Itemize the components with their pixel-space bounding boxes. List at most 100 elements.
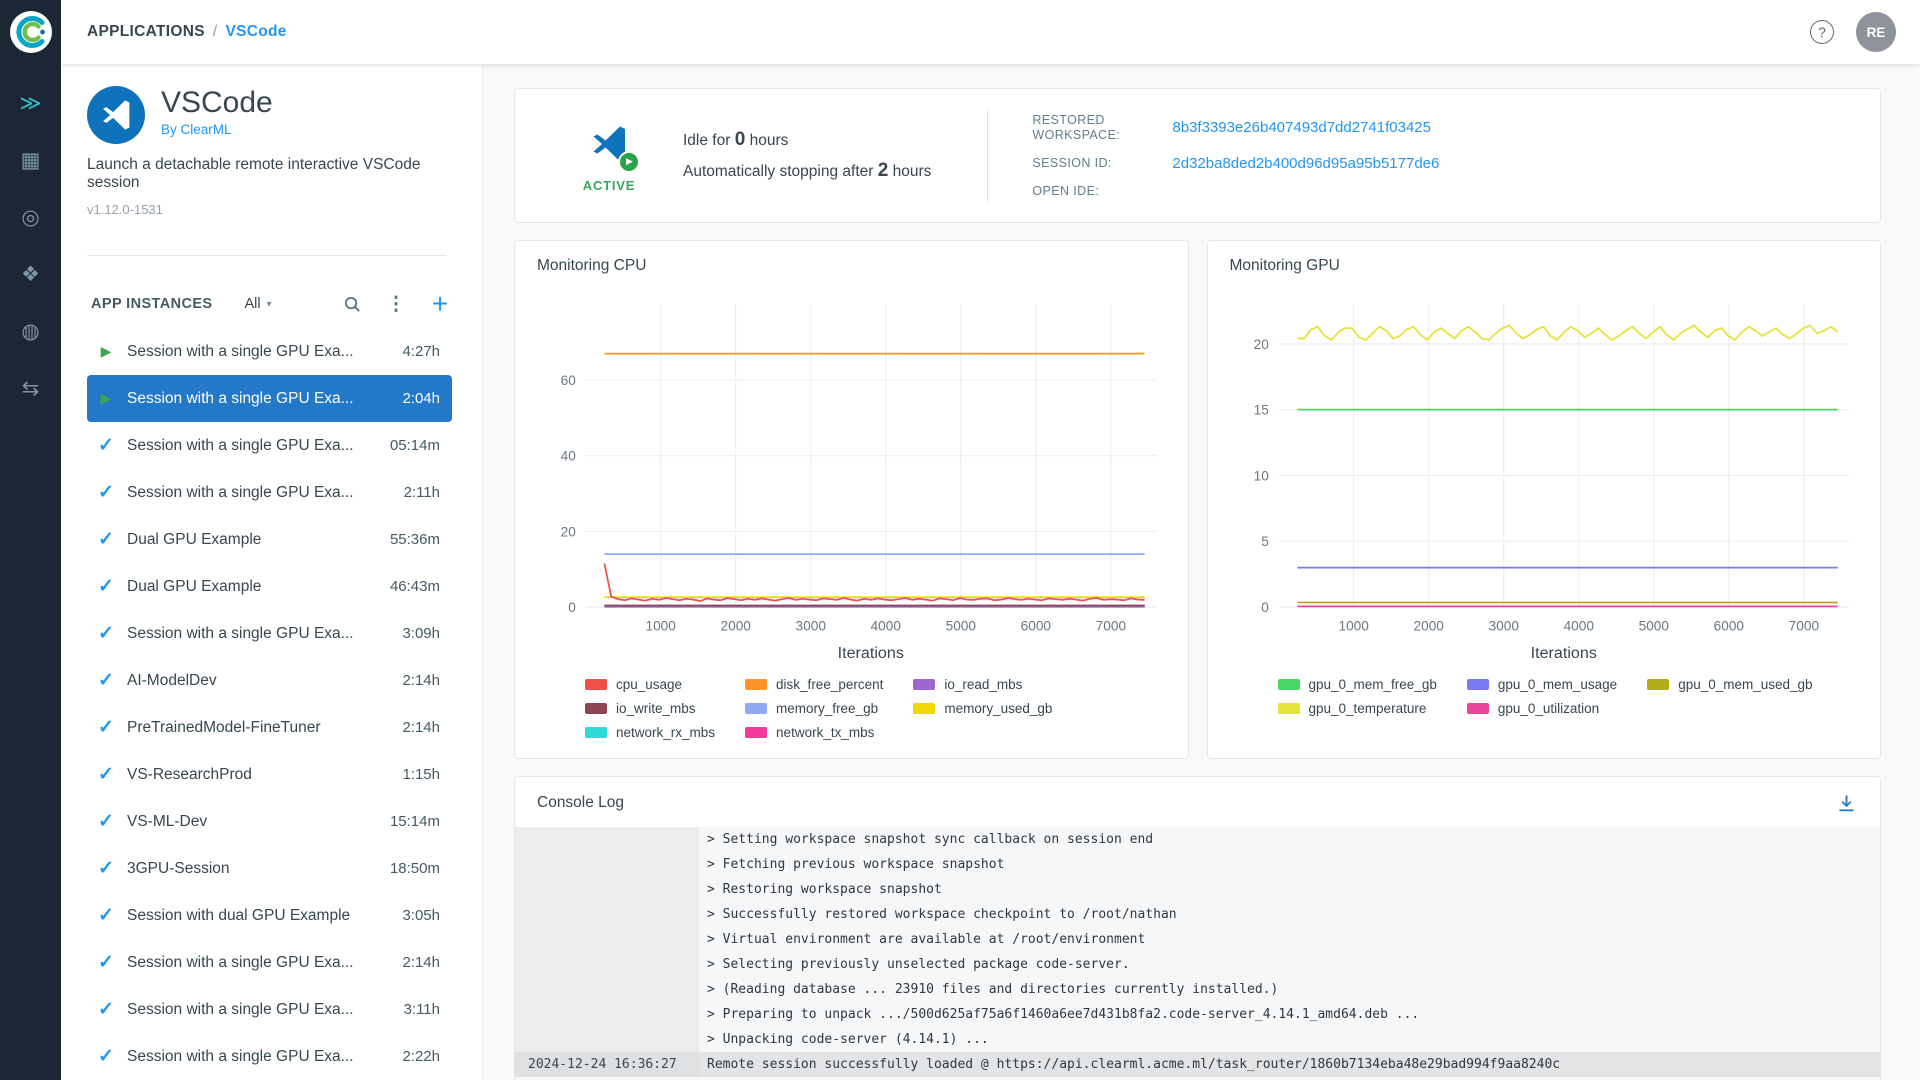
help-icon[interactable]: ?: [1810, 20, 1834, 44]
list-item[interactable]: ✓ AI-ModelDev 2:14h: [87, 657, 452, 704]
svg-text:7000: 7000: [1096, 619, 1127, 634]
legend-item[interactable]: gpu_0_mem_free_gb: [1277, 677, 1437, 692]
list-item[interactable]: ✓ 3GPU-Session 18:50m: [87, 845, 452, 892]
svg-text:2000: 2000: [1413, 619, 1444, 634]
avatar[interactable]: RE: [1856, 12, 1896, 52]
completed-check-icon: ✓: [98, 717, 114, 738]
list-item[interactable]: ✓ VS-ML-Dev 15:14m: [87, 798, 452, 845]
completed-check-icon: ✓: [98, 1046, 114, 1067]
legend-item[interactable]: gpu_0_utilization: [1466, 701, 1617, 716]
legend-item[interactable]: network_tx_mbs: [745, 725, 883, 740]
legend-label: gpu_0_mem_usage: [1497, 676, 1618, 692]
app-title-block: VSCode By ClearML: [161, 86, 273, 137]
cpu-chart-plot[interactable]: 1000 2000 3000 4000 5000 6000 7000 0 20 40 60 Itera…: [515, 279, 1188, 675]
nav-workers-queues-icon[interactable]: ⇆: [16, 373, 46, 403]
instance-duration: 2:22h: [402, 1048, 440, 1065]
legend-item[interactable]: io_read_mbs: [913, 677, 1052, 692]
list-item[interactable]: ✓ Dual GPU Example 55:36m: [87, 516, 452, 563]
instance-duration: 05:14m: [389, 437, 440, 454]
app-panel: VSCode By ClearML Launch a detachable re…: [61, 64, 483, 1080]
legend-item[interactable]: disk_free_percent: [745, 677, 883, 692]
session-field-label: OPEN IDE:: [1032, 183, 1100, 198]
console-log[interactable]: > Setting workspace snapshot sync callba…: [515, 827, 1880, 1080]
nav-pipelines-icon[interactable]: ❖: [16, 259, 46, 289]
console-message: > Preparing to unpack .../500d625af75a6f…: [707, 1007, 1420, 1022]
svg-text:20: 20: [1253, 337, 1269, 352]
list-item[interactable]: ✓ Session with a single GPU Exa... 2:22h: [87, 1033, 452, 1080]
console-timestamp: [515, 877, 699, 902]
chevron-down-icon: ▾: [266, 298, 272, 310]
svg-text:60: 60: [561, 373, 577, 388]
list-item[interactable]: ✓ Session with a single GPU Exa... 05:14m: [87, 422, 452, 469]
list-item[interactable]: ✓ VS-ResearchProd 1:15h: [87, 751, 452, 798]
svg-text:4000: 4000: [871, 619, 902, 634]
legend-item[interactable]: network_rx_mbs: [585, 725, 715, 740]
legend-item[interactable]: gpu_0_mem_usage: [1466, 676, 1618, 692]
session-fields: RESTORED WORKSPACE: 8b3f3393e26b407493d7d…: [1032, 113, 1850, 199]
running-icon: ▶: [100, 390, 112, 406]
legend-item[interactable]: gpu_0_mem_used_gb: [1647, 677, 1813, 692]
nav-items: ≫ ▦ ◎ ❖ ◍ ⇆: [16, 88, 46, 403]
legend-item[interactable]: cpu_usage: [585, 677, 715, 692]
list-item[interactable]: ✓ Dual GPU Example 46:43m: [87, 563, 452, 610]
console-timestamp: [515, 902, 699, 927]
nav-projects-icon[interactable]: ▦: [16, 145, 46, 175]
instance-duration: 15:14m: [389, 813, 440, 830]
add-instance-button[interactable]: +: [428, 290, 452, 318]
app-version: v1.12.0-1531: [87, 202, 163, 217]
session-status-card: ▶ ACTIVE Idle for 0 hours Automatically …: [514, 88, 1881, 223]
download-log-icon[interactable]: [1834, 791, 1858, 815]
list-item[interactable]: ✓ PreTrainedModel-FineTuner 2:14h: [87, 704, 452, 751]
console-timestamp: [515, 827, 699, 852]
console-line: 2024-12-24 16:36:27 Remote session succes…: [515, 1052, 1880, 1077]
legend-item[interactable]: io_write_mbs: [585, 701, 715, 716]
console-message: > Setting workspace snapshot sync callba…: [707, 832, 1154, 847]
breadcrumb-vscode[interactable]: VSCode: [225, 23, 286, 41]
nav-applications-icon[interactable]: ≫: [16, 88, 46, 118]
list-item[interactable]: ✓ Session with dual GPU Example 3:05h: [87, 892, 452, 939]
session-field-value[interactable]: 2d32ba8ded2b400d96d95a95b5177de6: [1172, 155, 1850, 172]
clearml-logo-icon: [9, 11, 52, 53]
list-item[interactable]: ▶ Session with a single GPU Exa... 2:04h: [87, 375, 452, 422]
console-message: Remote session successfully loaded @ htt…: [707, 1057, 1561, 1072]
instance-duration: 2:04h: [402, 390, 440, 407]
kebab-menu-icon[interactable]: ⋮: [384, 292, 408, 316]
list-item[interactable]: ✓ Session with a single GPU Exa... 3:09h: [87, 610, 452, 657]
instance-name: Session with a single GPU Exa...: [127, 483, 354, 501]
app-header: VSCode By ClearML: [87, 86, 482, 144]
search-icon[interactable]: [340, 292, 364, 316]
list-item[interactable]: ✓ Session with a single GPU Exa... 2:14h: [87, 939, 452, 986]
console-message: > Restoring workspace snapshot: [707, 882, 942, 897]
gpu-chart-plot[interactable]: 1000 2000 3000 4000 5000 6000 7000 0 5 10 15 20 Iter…: [1208, 279, 1881, 675]
clearml-logo[interactable]: [9, 10, 53, 54]
session-field-value[interactable]: 8b3f3393e26b407493d7dd2741f03425: [1172, 119, 1850, 136]
console-timestamp: [515, 977, 699, 1002]
legend-label: io_write_mbs: [616, 700, 696, 716]
instance-name: Session with dual GPU Example: [127, 906, 351, 924]
list-item[interactable]: ✓ Session with a single GPU Exa... 3:11h: [87, 986, 452, 1033]
console-message: > Unpacking code-server (4.14.1) ...: [707, 1032, 989, 1047]
nav-reports-icon[interactable]: ◍: [16, 316, 46, 346]
instance-name: Session with a single GPU Exa...: [127, 1000, 354, 1018]
console-line: > Unpacking code-server (4.14.1) ...: [515, 1027, 1880, 1052]
instances-filter-dropdown[interactable]: All ▾: [245, 296, 272, 312]
legend-swatch: [913, 702, 936, 714]
completed-check-icon: ✓: [98, 952, 114, 973]
legend-swatch: [585, 678, 607, 690]
list-item[interactable]: ▶ Session with a single GPU Exa... 4:27h: [87, 328, 452, 375]
legend-item[interactable]: memory_free_gb: [745, 701, 883, 716]
completed-check-icon: ✓: [98, 905, 114, 926]
svg-text:40: 40: [561, 449, 577, 464]
nav-datasets-icon[interactable]: ◎: [16, 202, 46, 232]
app-byline-link[interactable]: By ClearML: [161, 122, 273, 137]
list-item[interactable]: ✓ Session with a single GPU Exa... 2:11h: [87, 469, 452, 516]
instance-name: VS-ML-Dev: [127, 812, 208, 830]
legend-item[interactable]: memory_used_gb: [913, 701, 1052, 716]
svg-text:1000: 1000: [1338, 619, 1369, 634]
legend-item[interactable]: gpu_0_temperature: [1277, 701, 1437, 716]
svg-text:6000: 6000: [1713, 619, 1744, 634]
idle-hours-value: 0: [734, 128, 746, 150]
instance-name: VS-ResearchProd: [127, 765, 252, 783]
completed-check-icon: ✓: [98, 529, 114, 550]
breadcrumb-applications[interactable]: APPLICATIONS: [87, 23, 205, 41]
